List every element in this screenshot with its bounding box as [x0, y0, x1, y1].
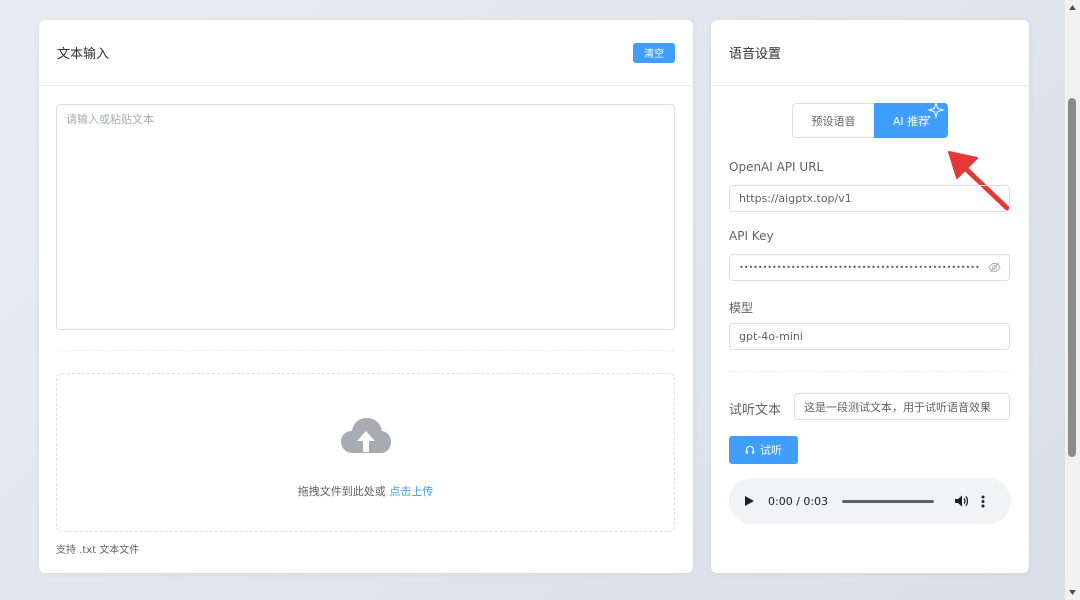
api-url-label: OpenAI API URL — [729, 160, 824, 174]
voice-settings-panel: 语音设置 预设语音 AI 推荐 OpenAI API URL https://a… — [711, 20, 1029, 573]
api-key-label: API Key — [729, 229, 774, 243]
trial-text-input[interactable]: 这是一段测试文本，用于试听语音效果 — [794, 393, 1010, 420]
text-input-placeholder: 请输入或粘贴文本 — [66, 113, 154, 126]
scroll-up-arrow-icon[interactable] — [1068, 4, 1077, 12]
clear-button[interactable]: 清空 — [633, 42, 675, 63]
file-upload-dropzone[interactable]: 拖拽文件到此处或 点击上传 — [56, 373, 675, 532]
text-input-header: 文本输入 清空 — [39, 20, 693, 86]
tab-ai-recommend[interactable]: AI 推荐 — [874, 101, 948, 138]
scroll-down-arrow-icon[interactable] — [1068, 588, 1077, 596]
text-input-area[interactable]: 请输入或粘贴文本 — [56, 104, 675, 330]
trial-text-value: 这是一段测试文本，用于试听语音效果 — [804, 400, 991, 414]
trial-text-label: 试听文本 — [729, 403, 782, 418]
eye-off-icon[interactable] — [988, 262, 1001, 273]
scrollbar-thumb[interactable] — [1068, 98, 1076, 457]
cloud-upload-icon — [341, 418, 391, 453]
headphones-icon — [745, 445, 755, 454]
audio-progress-bar[interactable] — [842, 499, 935, 503]
voice-settings-header: 语音设置 — [711, 20, 1029, 86]
more-vertical-icon[interactable] — [981, 495, 985, 508]
upload-link[interactable]: 点击上传 — [389, 485, 433, 498]
listen-button[interactable]: 试听 — [729, 436, 798, 464]
tab-preset-voice[interactable]: 预设语音 — [792, 103, 874, 138]
audio-time: 0:00 / 0:03 — [768, 494, 829, 508]
voice-mode-segmented: 预设语音 AI 推荐 — [792, 101, 948, 138]
api-url-input[interactable]: https://aigptx.top/v1 — [729, 185, 1010, 212]
api-key-input[interactable]: ••••••••••••••••••••••••••••••••••••••••… — [729, 254, 1010, 281]
divider — [56, 350, 675, 351]
upload-instructions: 拖拽文件到此处或 点击上传 — [57, 483, 674, 499]
sparkle-icon — [927, 101, 945, 119]
api-url-value: https://aigptx.top/v1 — [739, 192, 852, 205]
audio-player: 0:00 / 0:03 — [729, 478, 1011, 524]
model-label: 模型 — [729, 301, 754, 315]
text-input-title: 文本输入 — [57, 47, 110, 62]
voice-settings-title: 语音设置 — [729, 47, 782, 62]
tab-ai-recommend-label: AI 推荐 — [892, 114, 930, 128]
play-icon[interactable] — [743, 495, 755, 507]
upload-text: 拖拽文件到此处或 — [297, 485, 390, 498]
volume-icon[interactable] — [954, 494, 969, 508]
page-scrollbar[interactable] — [1065, 0, 1080, 600]
model-input[interactable]: gpt-4o-mini — [729, 323, 1010, 350]
text-input-panel: 文本输入 清空 请输入或粘贴文本 拖拽文件到此处或 点击上传 支持 .txt 文… — [39, 20, 693, 573]
divider — [729, 371, 1010, 372]
model-value: gpt-4o-mini — [739, 330, 803, 343]
upload-tip: 支持 .txt 文本文件 — [56, 545, 140, 556]
listen-button-label: 试听 — [760, 444, 782, 457]
api-key-value: ••••••••••••••••••••••••••••••••••••••••… — [739, 263, 980, 272]
